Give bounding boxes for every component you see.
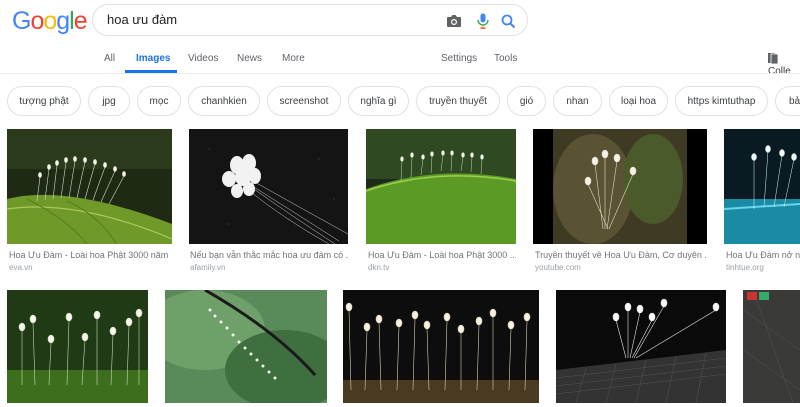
result-title-2[interactable]: Nếu bạn vẫn thắc mắc hoa ưu đàm có ... <box>190 250 348 260</box>
chip-partial[interactable]: bả <box>775 86 800 116</box>
chip-moc[interactable]: mọc <box>137 86 181 116</box>
chip-nghia-gi[interactable]: nghĩa gì <box>348 86 409 116</box>
result-image-7[interactable] <box>165 290 327 403</box>
result-source-5: tinhtue.org <box>726 263 764 272</box>
chip-tuong-phat[interactable]: tượng phật <box>7 86 81 116</box>
result-source-4: youtube.com <box>535 263 581 272</box>
result-image-10[interactable] <box>743 290 800 403</box>
microphone-icon[interactable] <box>474 12 492 30</box>
chip-screenshot[interactable]: screenshot <box>267 86 341 116</box>
chip-https-kimtuthap[interactable]: https kimtuthap <box>675 86 768 116</box>
settings-link[interactable]: Settings <box>441 53 477 64</box>
chip-loai-hoa[interactable]: loại hoa <box>609 86 668 116</box>
result-title-3[interactable]: Hoa Ưu Đàm - Loài hoa Phật 3000 ... <box>368 250 516 260</box>
chip-truyen-thuyet[interactable]: truyền thuyết <box>416 86 500 116</box>
chip-gio[interactable]: gió <box>507 86 546 116</box>
udumbara-photo <box>724 129 800 244</box>
chip-jpg[interactable]: jpg <box>88 86 130 116</box>
result-image-2[interactable] <box>189 129 348 244</box>
result-image-1[interactable] <box>7 129 172 244</box>
chip-chanhkien[interactable]: chanhkien <box>188 86 260 116</box>
camera-icon[interactable] <box>445 12 463 30</box>
udumbara-photo <box>366 129 516 244</box>
result-title-1[interactable]: Hoa Ưu Đàm - Loài hoa Phật 3000 năm ... <box>9 250 171 260</box>
result-title-4[interactable]: Truyền thuyết về Hoa Ưu Đàm, Cơ duyên ..… <box>535 250 707 260</box>
udumbara-photo <box>189 129 348 244</box>
udumbara-photo <box>556 290 726 403</box>
udumbara-photo <box>7 129 172 244</box>
result-title-5[interactable]: Hoa Ưu Đàm nở nh <box>726 250 800 260</box>
google-logo[interactable]: Google <box>12 7 88 36</box>
result-image-8[interactable] <box>343 290 539 403</box>
tab-images[interactable]: Images <box>136 53 170 64</box>
tab-videos[interactable]: Videos <box>188 53 218 64</box>
logo-letter: g <box>56 7 70 35</box>
bookmark-icon <box>768 53 779 65</box>
search-input[interactable]: hoa ưu đàm <box>107 12 177 27</box>
logo-letter: o <box>30 7 44 35</box>
udumbara-photo <box>343 290 539 403</box>
result-source-2: afamily.vn <box>190 263 226 272</box>
tab-more[interactable]: More <box>282 53 305 64</box>
header-divider <box>0 73 800 74</box>
logo-letter: G <box>12 7 31 35</box>
suggestion-chips: tượng phật jpg mọc chanhkien screenshot … <box>0 86 800 118</box>
collections-label: Colle <box>768 66 791 77</box>
udumbara-photo <box>533 129 707 244</box>
result-image-5[interactable] <box>724 129 800 244</box>
tab-all[interactable]: All <box>104 53 115 64</box>
logo-letter: o <box>43 7 57 35</box>
logo-letter: e <box>73 7 88 35</box>
result-image-3[interactable] <box>366 129 516 244</box>
result-image-9[interactable] <box>556 290 726 403</box>
tools-link[interactable]: Tools <box>494 53 517 64</box>
chip-nhan[interactable]: nhan <box>553 86 602 116</box>
result-image-6[interactable] <box>7 290 148 403</box>
search-icon[interactable] <box>499 12 517 30</box>
result-source-3: dkn.tv <box>368 263 390 272</box>
udumbara-photo <box>743 290 800 403</box>
tab-news[interactable]: News <box>237 53 262 64</box>
udumbara-photo <box>7 290 148 403</box>
udumbara-photo <box>165 290 327 403</box>
result-source-1: eva.vn <box>9 263 33 272</box>
result-image-4[interactable] <box>533 129 707 244</box>
search-box[interactable]: hoa ưu đàm <box>92 4 528 36</box>
